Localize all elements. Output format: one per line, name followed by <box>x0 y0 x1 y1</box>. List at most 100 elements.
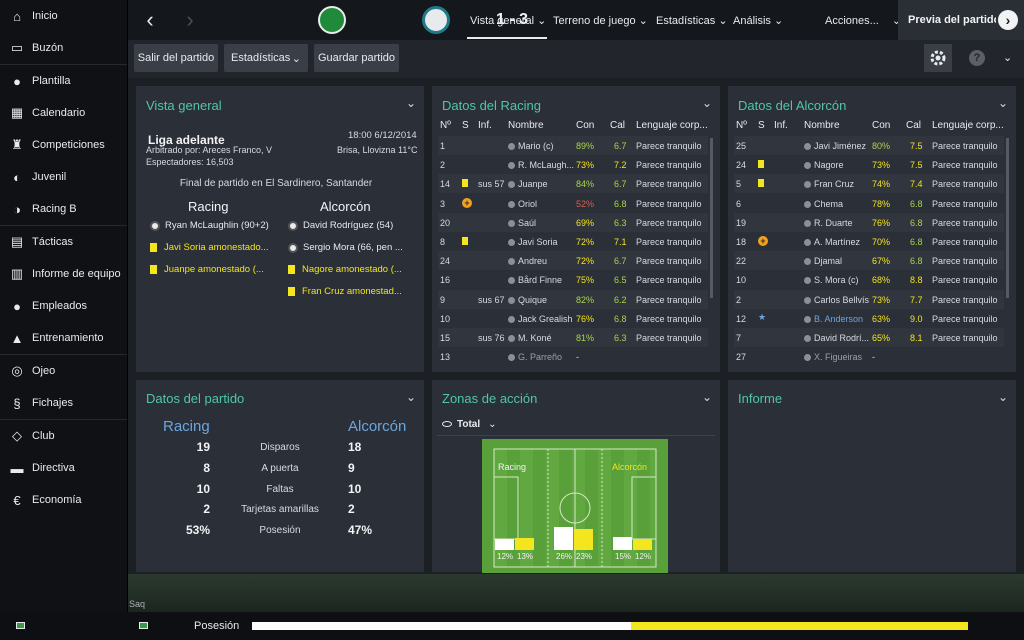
sidebar-item-club[interactable]: ◇ Club <box>0 420 127 452</box>
sidebar-item-finance[interactable]: € Economía <box>0 484 127 516</box>
tab-overview[interactable]: Vista general ⌄ <box>470 14 546 27</box>
column-header[interactable]: Inf. <box>478 120 492 131</box>
tab-pitch[interactable]: Terreno de juego ⌄ <box>553 14 648 27</box>
player-name-cell[interactable]: Jack Grealish <box>508 314 573 324</box>
table-row[interactable]: 3 + Oriol 52% 6.8 Parece tranquilo <box>438 194 708 213</box>
column-header[interactable]: Inf. <box>774 120 788 131</box>
match-event[interactable]: Nagore amonestado (... <box>288 264 402 275</box>
tab-statistics[interactable]: Estadísticas ⌄ <box>656 14 728 27</box>
chevron-down-icon[interactable]: ⌄ <box>702 96 712 110</box>
save-match-button[interactable]: Guardar partido <box>314 44 399 72</box>
match-event[interactable]: Juanpe amonestado (... <box>150 264 264 275</box>
player-name-cell[interactable]: Nagore <box>804 160 844 170</box>
table-row[interactable]: 6 Chema 78% 6.8 Parece tranquilo <box>734 194 1004 213</box>
sidebar-item-youth[interactable]: ◐ Juvenil <box>0 161 127 193</box>
table-row[interactable]: 25 Javi Jiménez 80% 7.5 Parece tranquilo <box>734 136 1004 155</box>
player-name-cell[interactable]: R. McLaugh... <box>508 160 574 170</box>
chevron-down-icon[interactable]: ⌄ <box>702 390 712 404</box>
table-row[interactable]: 18 + A. Martínez 70% 6.8 Parece tranquilo <box>734 232 1004 251</box>
player-name-cell[interactable]: David Rodrí... <box>804 333 869 343</box>
chevron-down-icon[interactable]: ⌄ <box>998 390 1008 404</box>
column-header[interactable]: Nº <box>440 120 451 131</box>
player-name-cell[interactable]: Andreu <box>508 256 547 266</box>
scrollbar[interactable] <box>1006 138 1009 298</box>
player-name-cell[interactable]: A. Martínez <box>804 237 860 247</box>
player-name-cell[interactable]: M. Koné <box>508 333 552 343</box>
column-header[interactable]: Con <box>576 120 594 131</box>
column-header[interactable]: Nº <box>736 120 747 131</box>
sidebar-item-inbox[interactable]: ▭ Buzón <box>0 32 127 64</box>
column-header[interactable]: Nombre <box>804 120 840 131</box>
table-row[interactable]: 24 Nagore 73% 7.5 Parece tranquilo <box>734 155 1004 174</box>
table-row[interactable]: 13 G. Parreño - <box>438 347 708 366</box>
column-header[interactable]: S <box>462 120 469 131</box>
player-name-cell[interactable]: Mario (c) <box>508 141 554 151</box>
table-row[interactable]: 22 Djamal 67% 6.8 Parece tranquilo <box>734 251 1004 271</box>
sidebar-item-tactics[interactable]: ▤ Tácticas <box>0 226 127 258</box>
sidebar-item-training[interactable]: ▲ Entrenamiento <box>0 322 127 354</box>
table-row[interactable]: 9 sus 67 Quique 82% 6.2 Parece tranquilo <box>438 289 708 309</box>
forward-arrow-icon[interactable]: › <box>176 6 204 34</box>
sidebar-item-trophy[interactable]: ♜ Competiciones <box>0 129 127 161</box>
table-row[interactable]: 10 Jack Grealish 76% 6.8 Parece tranquilo <box>438 309 708 328</box>
match-event[interactable]: Fran Cruz amonestad... <box>288 286 402 297</box>
sidebar-item-squad[interactable]: ● Plantilla <box>0 65 127 97</box>
table-row[interactable]: 10 S. Mora (c) 68% 8.8 Parece tranquilo <box>734 270 1004 289</box>
player-name-cell[interactable]: Bård Finne <box>508 275 562 285</box>
column-header[interactable]: Lenguaje corp... <box>932 120 1004 131</box>
table-row[interactable]: 14 sus 57 Juanpe 84% 6.7 Parece tranquilo <box>438 174 708 194</box>
sidebar-item-reserve-team[interactable]: ◑ Racing B <box>0 193 127 225</box>
player-name-cell[interactable]: Quique <box>508 295 547 305</box>
column-header[interactable]: Lenguaje corp... <box>636 120 708 131</box>
player-name-cell[interactable]: Oriol <box>508 199 537 209</box>
match-event[interactable]: Javi Soria amonestado... <box>150 242 269 253</box>
player-name-cell[interactable]: Djamal <box>804 256 842 266</box>
table-row[interactable]: 8 Javi Soria 72% 7.1 Parece tranquilo <box>438 232 708 251</box>
match-event[interactable]: Sergio Mora (66, pen ... <box>288 242 403 253</box>
table-row[interactable]: 12 ★ B. Anderson 63% 9.0 Parece tranquilo <box>734 309 1004 328</box>
chevron-down-icon[interactable]: ⌄ <box>1003 51 1012 64</box>
chevron-down-icon[interactable]: ⌄ <box>998 96 1008 110</box>
match-preview-button[interactable]: Previa del partido › <box>898 0 1024 40</box>
sidebar-item-report[interactable]: ▥ Informe de equipo <box>0 258 127 290</box>
sidebar-item-scouting[interactable]: ◎ Ojeo <box>0 355 127 387</box>
table-row[interactable]: 20 Saúl 69% 6.3 Parece tranquilo <box>438 212 708 232</box>
table-row[interactable]: 16 Bård Finne 75% 6.5 Parece tranquilo <box>438 270 708 289</box>
chevron-down-icon[interactable]: ⌄ <box>406 96 416 110</box>
help-icon[interactable]: ? <box>969 50 985 66</box>
stats-dropdown[interactable]: Estadísticas ⌄ <box>224 44 308 72</box>
table-row[interactable]: 15 sus 76 M. Koné 81% 6.3 Parece tranquilo <box>438 328 708 347</box>
table-row[interactable]: 19 R. Duarte 76% 6.8 Parece tranquilo <box>734 212 1004 232</box>
leave-match-button[interactable]: Salir del partido <box>134 44 218 72</box>
sidebar-item-board[interactable]: ▬ Directiva <box>0 452 127 484</box>
sidebar-item-home[interactable]: ⌂ Inicio <box>0 0 127 32</box>
chevron-down-icon[interactable]: ⌄ <box>406 390 416 404</box>
column-header[interactable]: Cal <box>610 120 625 131</box>
player-name-cell[interactable]: R. Duarte <box>804 218 853 228</box>
table-row[interactable]: 27 X. Figueiras - <box>734 347 1004 366</box>
search-input[interactable]: Saq <box>129 599 145 609</box>
player-name-cell[interactable]: X. Figueiras <box>804 352 862 362</box>
sidebar-item-staff[interactable]: ● Empleados <box>0 290 127 322</box>
player-name-cell[interactable]: Chema <box>804 199 843 209</box>
player-name-cell[interactable]: Saúl <box>508 218 536 228</box>
table-row[interactable]: 2 Carlos Bellvís 73% 7.7 Parece tranquilo <box>734 289 1004 309</box>
player-name-cell[interactable]: Javi Soria <box>508 237 558 247</box>
column-header[interactable]: Cal <box>906 120 921 131</box>
sidebar-item-calendar[interactable]: ▦ Calendario <box>0 97 127 129</box>
player-name-cell[interactable]: B. Anderson <box>804 314 863 324</box>
player-name-cell[interactable]: Fran Cruz <box>804 179 854 189</box>
match-event[interactable]: Ryan McLaughlin (90+2) <box>150 220 269 231</box>
zone-filter-dropdown[interactable]: Total ⌄ <box>438 414 497 434</box>
column-header[interactable]: Con <box>872 120 890 131</box>
column-header[interactable]: Nombre <box>508 120 544 131</box>
player-name-cell[interactable]: Javi Jiménez <box>804 141 866 151</box>
table-row[interactable]: 2 R. McLaugh... 73% 7.2 Parece tranquilo <box>438 155 708 174</box>
table-row[interactable]: 1 Mario (c) 89% 6.7 Parece tranquilo <box>438 136 708 155</box>
player-name-cell[interactable]: S. Mora (c) <box>804 275 859 285</box>
player-name-cell[interactable]: Carlos Bellvís <box>804 295 869 305</box>
player-name-cell[interactable]: Juanpe <box>508 179 548 189</box>
actions-menu[interactable]: Acciones... ⌄ <box>825 14 901 27</box>
table-row[interactable]: 24 Andreu 72% 6.7 Parece tranquilo <box>438 251 708 271</box>
back-arrow-icon[interactable]: ‹ <box>136 6 164 34</box>
